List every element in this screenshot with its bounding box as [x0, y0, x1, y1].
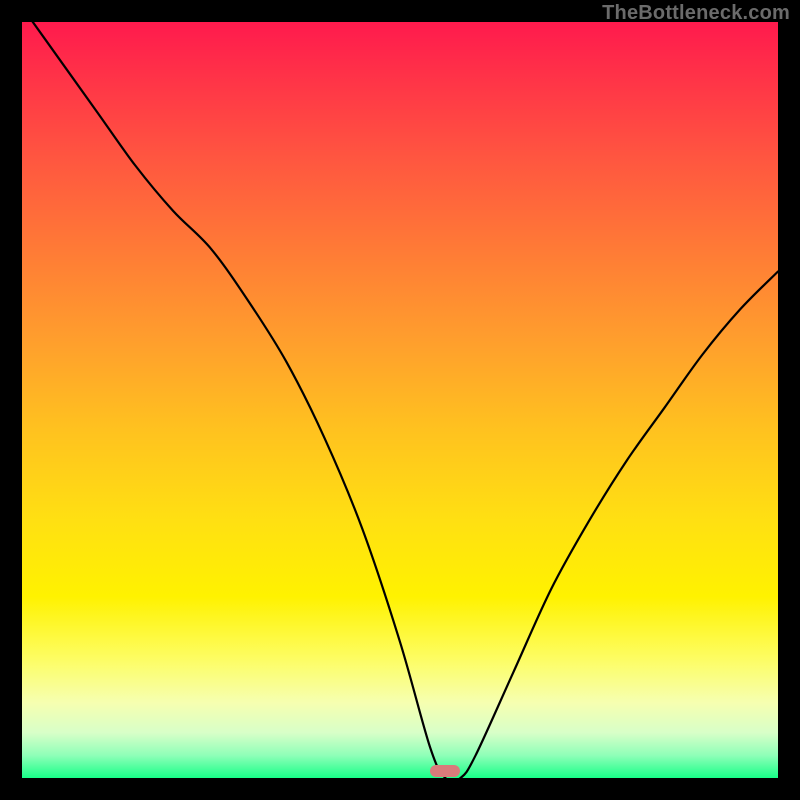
- curve-path: [22, 22, 778, 778]
- bottleneck-curve: [22, 22, 778, 778]
- chart-frame: TheBottleneck.com: [0, 0, 800, 800]
- plot-area: [22, 22, 778, 778]
- optimal-marker: [430, 765, 460, 777]
- watermark-text: TheBottleneck.com: [602, 2, 790, 25]
